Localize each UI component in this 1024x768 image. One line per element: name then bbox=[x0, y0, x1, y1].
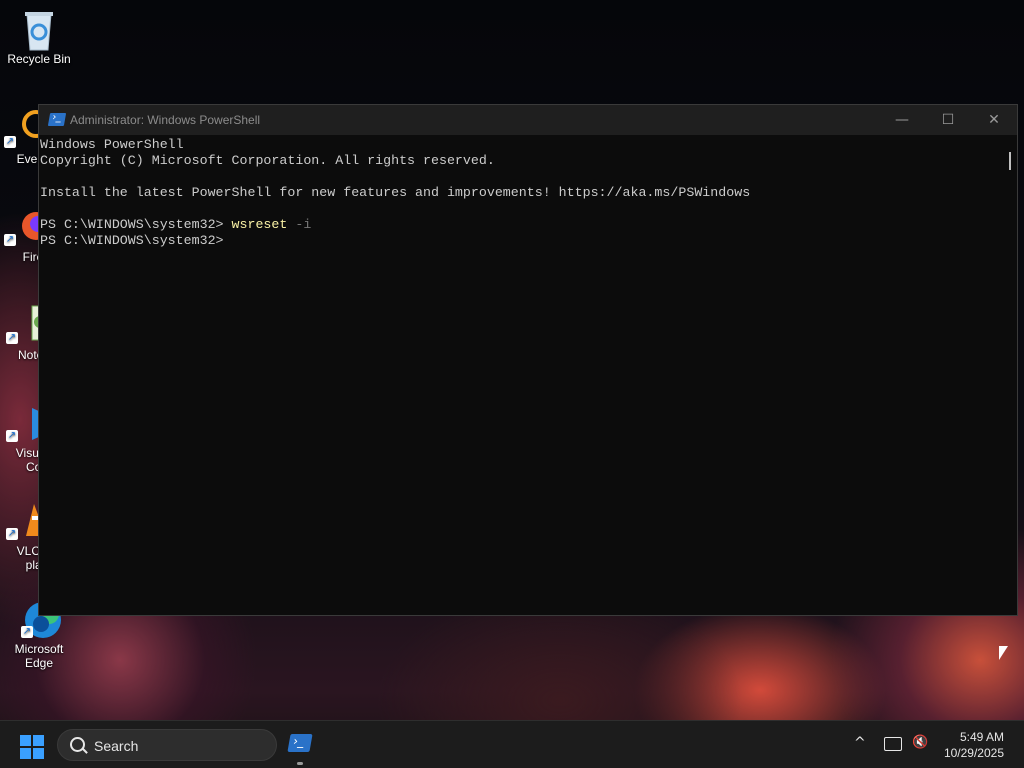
taskbar-powershell-button[interactable]: ›_ bbox=[287, 734, 313, 752]
command-argument: -i bbox=[287, 217, 312, 232]
console-line: Install the latest PowerShell for new fe… bbox=[40, 185, 751, 200]
taskbar: Search ›_ ^ 🔇 5:49 AM 10/29/2025 bbox=[0, 720, 1024, 768]
network-icon[interactable] bbox=[884, 737, 902, 751]
window-title: Administrator: Windows PowerShell bbox=[70, 113, 261, 127]
mouse-cursor-icon bbox=[999, 646, 1008, 660]
title-bar[interactable]: ›_ Administrator: Windows PowerShell — ☐… bbox=[39, 105, 1017, 135]
shortcut-arrow-icon: ↗ bbox=[6, 332, 18, 344]
running-indicator bbox=[297, 762, 303, 765]
powershell-window[interactable]: ›_ Administrator: Windows PowerShell — ☐… bbox=[38, 104, 1018, 616]
search-label: Search bbox=[94, 738, 139, 754]
desktop-icon-label: Recycle Bin bbox=[7, 52, 71, 66]
scrollbar-thumb[interactable] bbox=[1009, 152, 1011, 170]
search-icon bbox=[70, 737, 85, 752]
powershell-icon: ›_ bbox=[292, 734, 306, 748]
scrollbar[interactable] bbox=[1003, 135, 1017, 615]
show-hidden-icons-chevron-icon[interactable]: ^ bbox=[854, 735, 866, 751]
minimize-button[interactable]: — bbox=[879, 105, 925, 135]
desktop-icon-recycle-bin[interactable]: Recycle Bin bbox=[1, 8, 77, 66]
console-prompt-line: PS C:\WINDOWS\system32> bbox=[40, 233, 224, 248]
start-button[interactable] bbox=[20, 735, 44, 759]
firefox-icon: ↗ bbox=[2, 206, 50, 246]
console-output[interactable]: Windows PowerShell Copyright (C) Microsof… bbox=[39, 135, 1003, 615]
shortcut-arrow-icon: ↗ bbox=[6, 430, 18, 442]
clock-time: 5:49 AM bbox=[959, 730, 1004, 744]
console-line: Windows PowerShell bbox=[40, 137, 184, 152]
everything-icon: ↗ bbox=[2, 108, 50, 148]
clock[interactable]: 5:49 AM 10/29/2025 bbox=[930, 729, 1020, 761]
console-line: Copyright (C) Microsoft Corporation. All… bbox=[40, 153, 495, 168]
maximize-button[interactable]: ☐ bbox=[925, 105, 971, 135]
powershell-icon: ›_ bbox=[47, 112, 67, 126]
shortcut-arrow-icon: ↗ bbox=[21, 626, 33, 638]
shortcut-arrow-icon: ↗ bbox=[4, 136, 16, 148]
desktop-icon-label: Microsoft Edge bbox=[14, 642, 64, 670]
clock-date: 10/29/2025 bbox=[943, 746, 1004, 760]
search-box[interactable]: Search bbox=[57, 729, 277, 761]
close-button[interactable]: ✕ bbox=[971, 105, 1017, 135]
volume-muted-icon[interactable]: 🔇 bbox=[912, 735, 928, 750]
console-command-line: PS C:\WINDOWS\system32> wsreset -i bbox=[40, 217, 1003, 233]
command: wsreset bbox=[231, 217, 288, 232]
prompt: PS C:\WINDOWS\system32> bbox=[40, 217, 232, 232]
windows-logo-icon bbox=[20, 735, 31, 746]
recycle-bin-icon bbox=[19, 8, 59, 51]
shortcut-arrow-icon: ↗ bbox=[4, 234, 16, 246]
shortcut-arrow-icon: ↗ bbox=[6, 528, 18, 540]
